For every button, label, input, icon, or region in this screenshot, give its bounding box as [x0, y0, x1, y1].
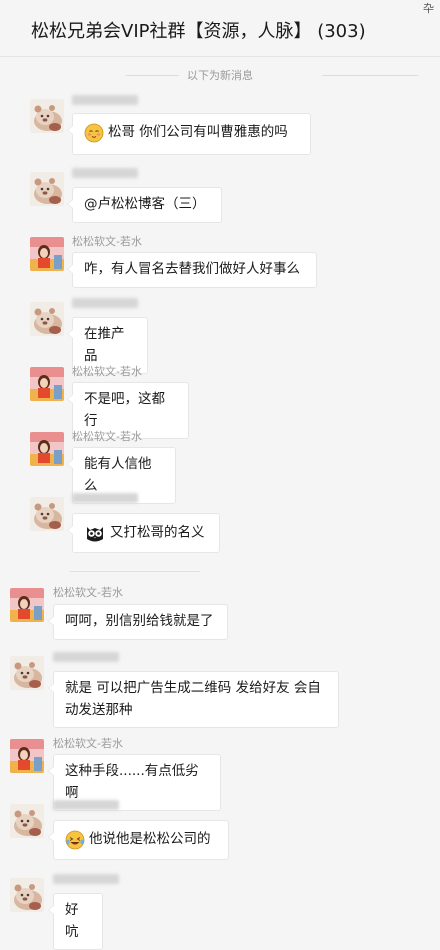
chat-title-bar: 松松兄弟会VIP社群【资源，人脉】 (303) 卆	[0, 0, 440, 57]
message-text: 好吭	[65, 902, 79, 940]
avatar-girl-photo[interactable]	[30, 432, 64, 466]
avatar-bear-photo[interactable]	[10, 656, 44, 690]
avatar-bear-photo[interactable]	[30, 497, 64, 531]
sender-name-blurred[interactable]	[72, 95, 138, 105]
avatar-girl-photo[interactable]	[30, 367, 64, 401]
message-bubble[interactable]: 又打松哥的名义	[67, 513, 220, 553]
sender-name[interactable]: 松松软文-若水	[53, 735, 123, 751]
message-text: 他说他是松松公司的	[89, 831, 211, 847]
message-separator	[70, 571, 200, 572]
chat-title: 松松兄弟会VIP社群【资源，人脉】 (303)	[31, 21, 366, 42]
avatar-girl-photo[interactable]	[30, 237, 64, 271]
message-text: @卢松松博客（三）	[84, 196, 206, 212]
message-text: 在推产品	[84, 326, 125, 364]
sender-name-blurred[interactable]	[53, 800, 119, 810]
new-messages-divider: 以下为新消息	[0, 67, 440, 83]
message-bubble[interactable]: 咋，有人冒名去替我们做好人好事么	[67, 252, 317, 288]
owl-face-icon	[84, 522, 106, 544]
sender-name[interactable]: 松松软文-若水	[72, 428, 142, 444]
new-messages-label: 以下为新消息	[179, 69, 261, 82]
message-text: 又打松哥的名义	[110, 524, 205, 541]
avatar-bear-photo[interactable]	[30, 172, 64, 206]
message-text: 不是吧，这都行	[84, 391, 165, 429]
avatar-bear-photo[interactable]	[10, 878, 44, 912]
sender-name[interactable]: 松松软文-若水	[72, 233, 142, 249]
sender-name-blurred[interactable]	[72, 493, 138, 503]
message-bubble[interactable]: @卢松松博客（三）	[67, 187, 222, 223]
sender-name[interactable]: 松松软文-若水	[53, 584, 123, 600]
sender-name[interactable]: 松松软文-若水	[72, 363, 142, 379]
message-bubble[interactable]: 松哥 你们公司有叫曹雅惠的吗	[67, 113, 311, 155]
shy-face-icon	[84, 123, 104, 143]
sender-name-blurred[interactable]	[53, 652, 119, 662]
message-text: 就是 可以把广告生成二维码 发给好友 会自动发送那种	[65, 680, 321, 718]
window-corner-glyph[interactable]: 卆	[423, 0, 434, 16]
message-text: 能有人信他么	[84, 456, 152, 494]
message-bubble[interactable]: 就是 可以把广告生成二维码 发给好友 会自动发送那种	[48, 671, 339, 728]
message-text: 呵呵，别信别给钱就是了	[65, 613, 214, 629]
message-bubble[interactable]: 呵呵，别信别给钱就是了	[48, 604, 228, 640]
sender-name-blurred[interactable]	[53, 874, 119, 884]
avatar-bear-photo[interactable]	[10, 804, 44, 838]
message-bubble[interactable]: 他说他是松松公司的	[48, 820, 229, 860]
avatar-girl-photo[interactable]	[10, 739, 44, 773]
sender-name-blurred[interactable]	[72, 168, 138, 178]
avatar-bear-photo[interactable]	[30, 99, 64, 133]
message-text: 这种手段......有点低劣啊	[65, 763, 199, 801]
message-bubble[interactable]: 好吭	[48, 893, 103, 950]
sender-name-blurred[interactable]	[72, 298, 138, 308]
laugh-cry-face-icon	[65, 830, 85, 850]
avatar-bear-photo[interactable]	[30, 302, 64, 336]
message-text: 咋，有人冒名去替我们做好人好事么	[84, 261, 300, 277]
message-text: 松哥 你们公司有叫曹雅惠的吗	[108, 124, 288, 140]
avatar-girl-photo[interactable]	[10, 588, 44, 622]
